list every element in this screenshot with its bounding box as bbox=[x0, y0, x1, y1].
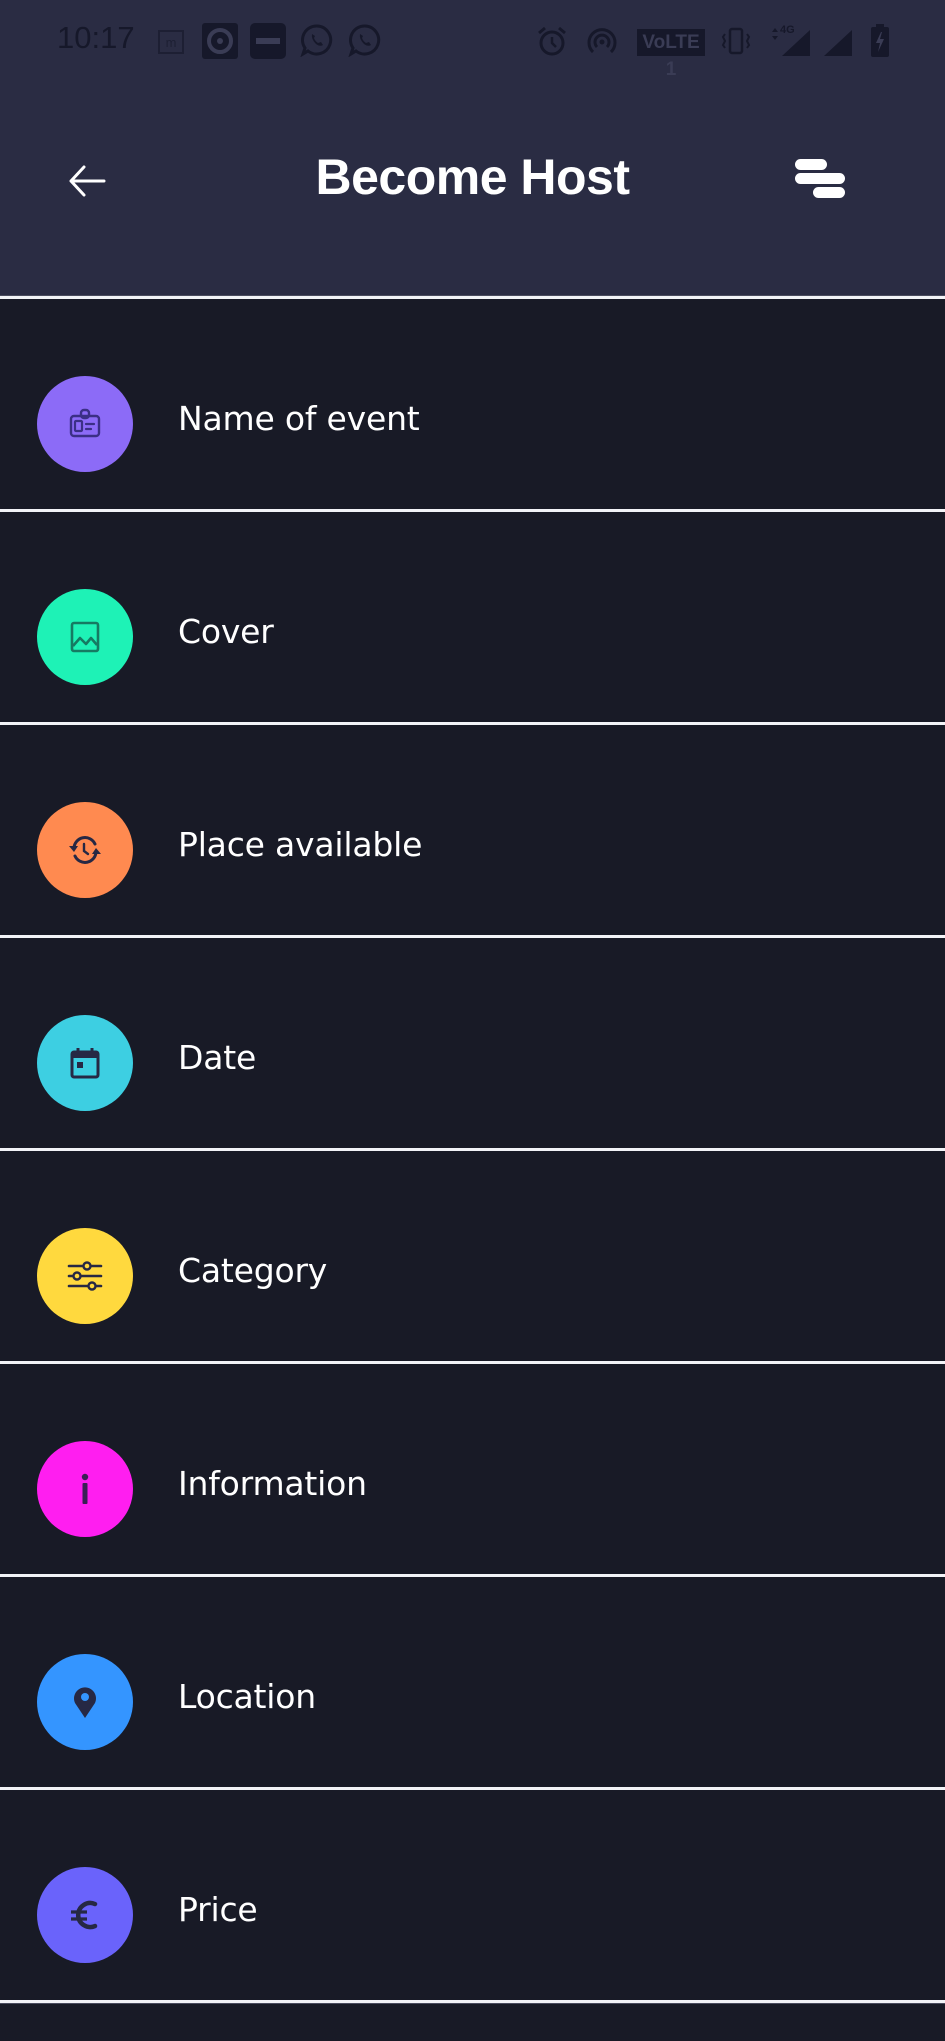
list-item-information[interactable]: Information bbox=[0, 1364, 945, 1574]
icon-circle bbox=[37, 1441, 133, 1537]
vibrate-icon bbox=[721, 27, 751, 55]
list-item-label: Category bbox=[178, 1251, 328, 1290]
list-item-label: Date bbox=[178, 1038, 257, 1077]
icon-circle bbox=[37, 1867, 133, 1963]
list-item-category[interactable]: Category bbox=[0, 1151, 945, 1361]
history-sync-icon bbox=[69, 836, 101, 864]
list-item-label: Price bbox=[178, 1890, 258, 1929]
icon-circle bbox=[37, 1015, 133, 1111]
host-setup-list: Name of event Cover Place available Date… bbox=[0, 296, 945, 2003]
icon-circle bbox=[37, 1228, 133, 1324]
euro-icon bbox=[71, 1900, 98, 1930]
list-item-place-available[interactable]: Place available bbox=[0, 725, 945, 935]
icon-circle bbox=[37, 376, 133, 472]
circle-app-icon bbox=[202, 23, 238, 59]
calendar-icon bbox=[70, 1048, 100, 1079]
image-icon bbox=[70, 621, 100, 653]
list-item-label: Name of event bbox=[178, 399, 420, 438]
volte-label: VoLTE 1 bbox=[642, 32, 700, 80]
icon-circle bbox=[37, 1654, 133, 1750]
m-app-icon: m bbox=[158, 30, 184, 54]
list-item-cover[interactable]: Cover bbox=[0, 512, 945, 722]
battery-charging-icon bbox=[871, 24, 889, 57]
list-item-label: Information bbox=[178, 1464, 367, 1503]
list-item-price[interactable]: Price bbox=[0, 1790, 945, 2000]
status-time: 10:17 bbox=[57, 20, 135, 55]
paytm-icon bbox=[250, 23, 286, 59]
list-item-name-of-event[interactable]: Name of event bbox=[0, 299, 945, 509]
status-bar: 10:17 m VoLTE 1 4G bbox=[0, 0, 945, 82]
network-label: 4G bbox=[780, 24, 795, 36]
signal-icon bbox=[824, 30, 852, 56]
menu-button[interactable] bbox=[790, 155, 852, 205]
list-item-label: Place available bbox=[178, 825, 423, 864]
icon-circle bbox=[37, 802, 133, 898]
id-badge-icon bbox=[69, 408, 101, 438]
info-icon bbox=[81, 1473, 89, 1504]
list-item-label: Location bbox=[178, 1677, 316, 1716]
location-pin-icon bbox=[74, 1687, 96, 1718]
list-item-date[interactable]: Date bbox=[0, 938, 945, 1148]
sliders-icon bbox=[67, 1261, 103, 1291]
alarm-icon bbox=[538, 26, 566, 56]
list-item-label: Cover bbox=[178, 612, 274, 651]
volte-icon: VoLTE 1 bbox=[637, 29, 705, 80]
signal-4g-icon: 4G bbox=[772, 24, 810, 56]
hotspot-icon bbox=[587, 28, 617, 54]
list-item-location[interactable]: Location bbox=[0, 1577, 945, 1787]
icon-circle bbox=[37, 589, 133, 685]
whatsapp-icon bbox=[300, 24, 333, 57]
svg-text:m: m bbox=[166, 35, 177, 50]
divider bbox=[0, 2000, 945, 2003]
whatsapp-icon bbox=[348, 24, 381, 57]
